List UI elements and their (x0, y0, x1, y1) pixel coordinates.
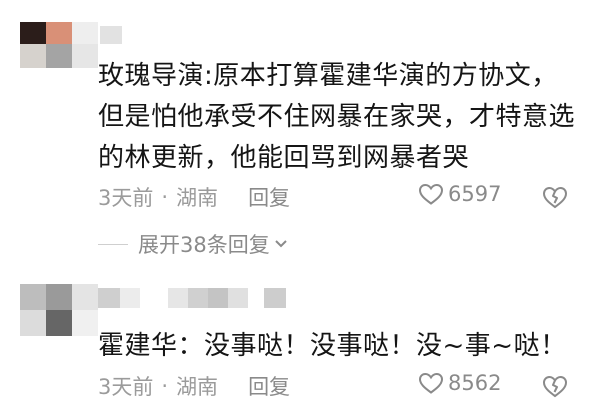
like-count: 6597 (448, 182, 502, 206)
avatar[interactable] (20, 22, 100, 70)
meta-separator: · (161, 374, 169, 398)
heart-icon (418, 372, 444, 394)
comment-meta: 3天前 · 湖南 回复 (98, 182, 290, 212)
divider-line (98, 243, 128, 245)
broken-heart-icon (542, 186, 568, 209)
broken-heart-icon (542, 375, 568, 398)
like-button[interactable]: 8562 (418, 371, 501, 395)
like-button[interactable]: 6597 (418, 182, 501, 206)
comment-time: 3天前 (98, 375, 154, 399)
comment-item: 霍建华：没事哒！没事哒！没~事~哒！ 3天前 · 湖南 回复 8562 (0, 282, 600, 417)
avatar[interactable] (20, 284, 98, 338)
comment-location: 湖南 (176, 186, 219, 210)
username-redacted[interactable] (98, 288, 288, 310)
comment-location: 湖南 (176, 375, 219, 399)
expand-replies-button[interactable]: 展开38条回复 (98, 229, 288, 259)
reply-button[interactable]: 回复 (248, 182, 290, 212)
heart-icon (418, 183, 444, 205)
comment-time: 3天前 (98, 186, 154, 210)
expand-replies-label: 展开38条回复 (138, 233, 270, 257)
dislike-button[interactable] (541, 372, 569, 404)
username-redacted[interactable] (100, 26, 122, 44)
chevron-down-icon (275, 240, 287, 248)
comment-text: 霍建华：没事哒！没事哒！没~事~哒！ (98, 331, 567, 361)
comment-meta: 3天前 · 湖南 回复 (98, 371, 290, 401)
like-count: 8562 (448, 371, 502, 395)
comment-item: 玫瑰导演:原本打算霍建华演的方协文，但是怕他承受不住网暴在家哭，才特意选的林更新… (0, 0, 600, 265)
reply-button[interactable]: 回复 (248, 371, 290, 401)
comment-text: 玫瑰导演:原本打算霍建华演的方协文，但是怕他承受不住网暴在家哭，才特意选的林更新… (98, 61, 576, 173)
dislike-button[interactable] (541, 183, 569, 215)
meta-separator: · (161, 185, 169, 209)
